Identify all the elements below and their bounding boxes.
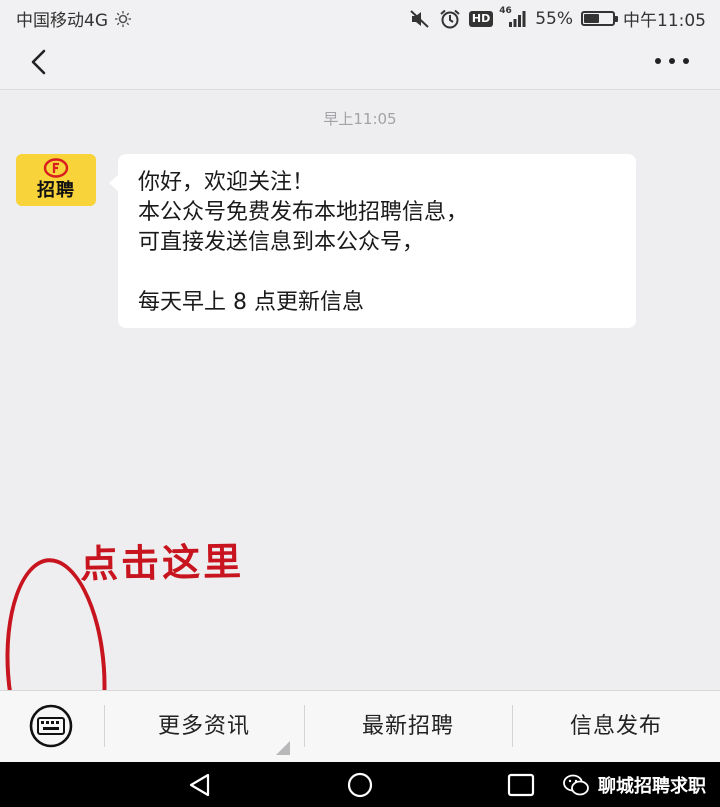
network-type-label: 46 xyxy=(499,5,512,16)
watermark: 聊城招聘求职 xyxy=(562,772,706,798)
battery-icon xyxy=(581,11,618,26)
keyboard-toggle-button[interactable] xyxy=(22,703,80,749)
alarm-icon xyxy=(439,9,461,29)
system-back-button[interactable] xyxy=(186,771,214,799)
menu-item-post-info[interactable]: 信息发布 xyxy=(512,691,720,763)
recruit-logo-icon xyxy=(43,158,69,178)
annotation-label: 点击这里 xyxy=(79,538,245,587)
menu-item-latest-jobs[interactable]: 最新招聘 xyxy=(304,691,512,763)
top-nav-bar xyxy=(0,34,720,90)
brightness-icon xyxy=(114,10,132,28)
message-timestamp: 早上11:05 xyxy=(323,110,397,128)
message-line: 本公众号免费发布本地招聘信息， xyxy=(138,200,469,225)
account-avatar[interactable]: 招聘 xyxy=(16,154,96,206)
avatar-label: 招聘 xyxy=(37,180,75,201)
circle-home-icon xyxy=(347,772,373,798)
message-bubble: 你好，欢迎关注！ 本公众号免费发布本地招聘信息， 可直接发送信息到本公众号， 每… xyxy=(109,154,636,328)
menu-item-more-news[interactable]: 更多资讯 xyxy=(104,691,304,763)
more-dots-icon xyxy=(655,58,689,64)
back-button[interactable] xyxy=(22,44,58,80)
square-recents-icon xyxy=(507,773,535,797)
system-nav-bar: 聊城招聘求职 xyxy=(0,762,720,807)
bottom-menu-bar: 更多资讯 最新招聘 信息发布 xyxy=(0,690,720,762)
wechat-logo-icon xyxy=(563,774,589,796)
watermark-text: 聊城招聘求职 xyxy=(598,776,706,797)
system-home-button[interactable] xyxy=(344,771,376,799)
status-bar: 中国移动4G HD 46 55% 中午11:05 xyxy=(0,0,720,34)
message-line: 你好，欢迎关注！ xyxy=(138,170,315,195)
status-right: HD 46 55% 中午11:05 xyxy=(409,6,706,31)
more-options-button[interactable] xyxy=(650,46,694,76)
mute-icon xyxy=(409,9,431,28)
status-left: 中国移动4G xyxy=(16,6,132,31)
submenu-indicator-icon xyxy=(276,741,290,755)
system-recents-button[interactable] xyxy=(506,772,536,798)
carrier-label: 中国移动4G xyxy=(16,11,108,31)
hd-badge: HD xyxy=(468,10,494,27)
chevron-left-icon xyxy=(31,49,46,75)
keyboard-icon xyxy=(29,704,73,748)
clock: 中午11:05 xyxy=(623,11,706,31)
signal-icon: 46 xyxy=(499,6,527,28)
triangle-back-icon xyxy=(189,773,210,797)
message-line: 每天早上 8 点更新信息 xyxy=(138,290,364,315)
battery-level-fill xyxy=(584,14,600,23)
battery-percent: 55% xyxy=(535,8,573,29)
message-line: 可直接发送信息到本公众号， xyxy=(138,230,425,255)
